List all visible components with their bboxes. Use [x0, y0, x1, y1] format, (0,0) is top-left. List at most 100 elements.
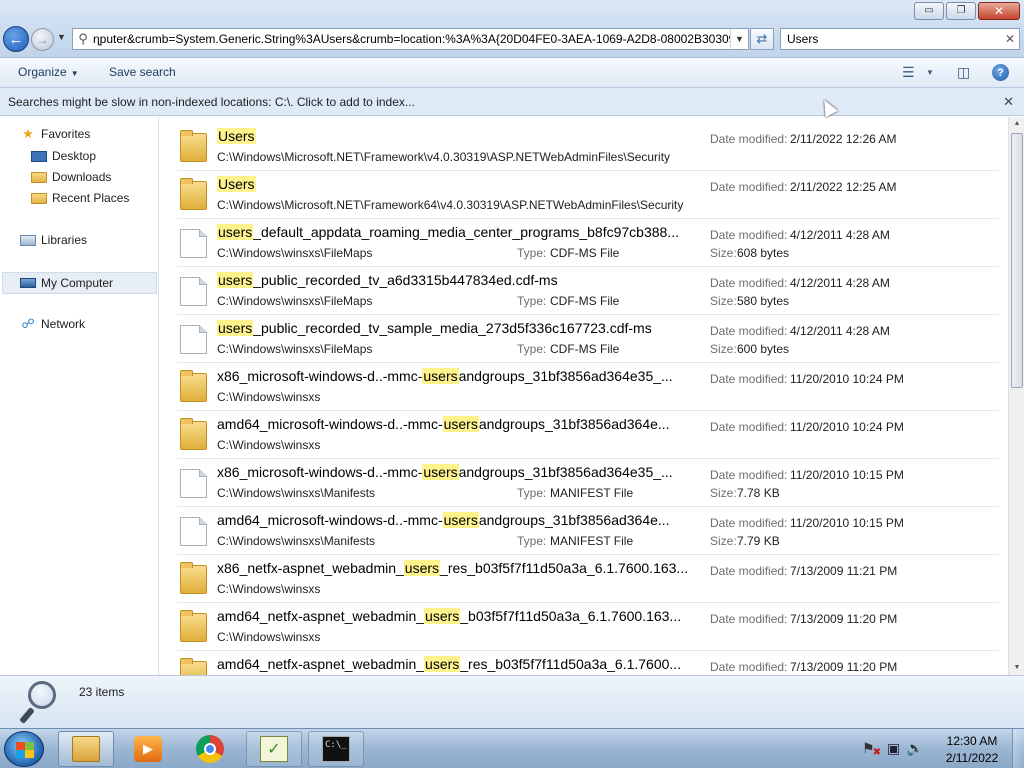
network-tray-icon[interactable]: ▣ — [887, 740, 900, 757]
file-row[interactable]: users_public_recorded_tv_a6d3315b447834e… — [177, 267, 999, 315]
file-row[interactable]: amd64_netfx-aspnet_webadmin_users_b03f5f… — [177, 603, 999, 651]
window-titlebar: ▭ ❐ ✕ ← → ▼ ⚲ ɳputer&crumb=System.Generi… — [0, 0, 1024, 58]
type-value: CDF-MS File — [550, 246, 620, 260]
info-bar-close-icon[interactable]: ✕ — [1003, 94, 1014, 110]
preview-pane-button[interactable]: ◫ — [957, 64, 970, 81]
clock[interactable]: 12:30 AM 2/11/2022 — [942, 733, 1002, 767]
taskbar-notepad[interactable]: ✓ — [246, 731, 302, 767]
date-modified-label: Date modified: — [710, 372, 788, 386]
file-row[interactable]: x86_netfx-aspnet_webadmin_users_res_b03f… — [177, 555, 999, 603]
file-row[interactable]: amd64_microsoft-windows-d..-mmc-usersand… — [177, 507, 999, 555]
size-value: 580 bytes — [737, 294, 790, 308]
folder-icon — [180, 418, 207, 450]
search-input[interactable] — [787, 32, 1001, 46]
file-name[interactable]: users_default_appdata_roaming_media_cent… — [217, 224, 679, 240]
file-row[interactable]: users_public_recorded_tv_sample_media_27… — [177, 315, 999, 363]
close-button[interactable]: ✕ — [978, 2, 1020, 20]
file-name[interactable]: x86_microsoft-windows-d..-mmc-usersandgr… — [217, 368, 673, 384]
navigation-pane: ★ Favorites Desktop Downloads Recent Pla… — [0, 117, 159, 675]
address-bar[interactable]: ⚲ ɳputer&crumb=System.Generic.String%3AU… — [72, 28, 749, 50]
search-hit-highlight: users — [424, 656, 461, 672]
file-name[interactable]: Users — [217, 128, 256, 144]
help-button[interactable]: ? — [992, 64, 1009, 81]
date-modified-value: 2/11/2022 12:25 AM — [790, 180, 897, 194]
date-modified-value: 4/12/2011 4:28 AM — [790, 228, 890, 242]
nav-desktop[interactable]: Desktop — [31, 149, 96, 163]
file-name[interactable]: Users — [217, 176, 256, 192]
file-name-suffix: _public_recorded_tv_a6d3315b447834ed.cdf… — [253, 272, 558, 288]
search-box[interactable]: ✕ — [780, 28, 1020, 50]
file-row[interactable]: Users C:\Windows\Microsoft.NET\Framework6… — [177, 171, 999, 219]
organize-button[interactable]: Organize ▼ — [18, 65, 79, 79]
item-count: 23 items — [79, 685, 125, 699]
nav-downloads[interactable]: Downloads — [31, 170, 111, 184]
date-modified-value: 2/11/2022 12:26 AM — [790, 132, 897, 146]
file-name[interactable]: x86_microsoft-windows-d..-mmc-usersandgr… — [217, 464, 673, 480]
file-row[interactable]: amd64_microsoft-windows-d..-mmc-usersand… — [177, 411, 999, 459]
date-modified-label: Date modified: — [710, 660, 788, 674]
volume-icon[interactable]: 🔈 — [906, 740, 923, 757]
chevron-down-icon: ▼ — [70, 69, 79, 78]
file-path: C:\Windows\winsxs\FileMaps — [217, 342, 373, 356]
address-text[interactable]: ɳputer&crumb=System.Generic.String%3AUse… — [93, 32, 730, 46]
nav-network[interactable]: ☍ Network — [20, 316, 85, 331]
date-modified-label: Date modified: — [710, 516, 788, 530]
nav-recent-places[interactable]: Recent Places — [31, 191, 129, 205]
folder-icon — [180, 658, 207, 675]
forward-button[interactable]: → — [31, 28, 54, 51]
scrollbar-thumb[interactable] — [1011, 133, 1023, 388]
downloads-folder-icon — [31, 171, 47, 183]
back-button[interactable]: ← — [3, 26, 29, 52]
vertical-scrollbar[interactable]: ▲ ▼ — [1008, 117, 1024, 675]
file-name[interactable]: amd64_microsoft-windows-d..-mmc-usersand… — [217, 416, 670, 432]
taskbar-chrome[interactable] — [182, 731, 238, 767]
file-name[interactable]: amd64_microsoft-windows-d..-mmc-usersand… — [217, 512, 670, 528]
file-icon — [180, 229, 207, 258]
save-search-button[interactable]: Save search — [109, 65, 176, 79]
refresh-button[interactable]: ⇄ — [750, 28, 774, 50]
nav-my-computer[interactable]: My Computer — [2, 272, 157, 294]
file-name[interactable]: users_public_recorded_tv_sample_media_27… — [217, 320, 652, 336]
nav-favorites[interactable]: ★ Favorites — [20, 126, 90, 141]
date-modified-label: Date modified: — [710, 132, 788, 146]
change-view-button[interactable]: ☰ — [902, 64, 915, 81]
taskbar-media-player[interactable]: ▶ — [120, 731, 176, 767]
scroll-down-arrow-icon[interactable]: ▼ — [1009, 661, 1024, 675]
minimize-button[interactable]: ▭ — [914, 2, 944, 20]
view-options-dropdown[interactable]: ▼ — [926, 68, 934, 77]
address-dropdown-button[interactable]: ▼ — [730, 29, 748, 49]
size-label: Size: — [710, 342, 737, 356]
start-button[interactable] — [4, 731, 44, 767]
taskbar-cmd[interactable]: C:\_ — [308, 731, 364, 767]
date-modified-value: 4/12/2011 4:28 AM — [790, 324, 890, 338]
show-desktop-button[interactable] — [1012, 729, 1024, 768]
file-name-prefix: amd64_microsoft-windows-d..-mmc- — [217, 416, 443, 432]
type-label: Type: — [517, 294, 547, 308]
network-icon: ☍ — [21, 316, 35, 331]
date-modified-value: 7/13/2009 11:21 PM — [790, 564, 898, 578]
file-list: Users C:\Windows\Microsoft.NET\Framework\… — [160, 117, 1008, 675]
nav-libraries[interactable]: Libraries — [20, 233, 87, 247]
file-row[interactable]: x86_microsoft-windows-d..-mmc-usersandgr… — [177, 459, 999, 507]
file-name[interactable]: amd64_netfx-aspnet_webadmin_users_res_b0… — [217, 656, 681, 672]
date-modified-value: 11/20/2010 10:15 PM — [790, 516, 904, 530]
clear-search-icon[interactable]: ✕ — [1001, 32, 1019, 46]
nav-libraries-label: Libraries — [41, 233, 88, 247]
file-name[interactable]: x86_netfx-aspnet_webadmin_users_res_b03f… — [217, 560, 688, 576]
info-bar-message[interactable]: Searches might be slow in non-indexed lo… — [8, 95, 415, 109]
file-row[interactable]: Users C:\Windows\Microsoft.NET\Framework\… — [177, 123, 999, 171]
file-name[interactable]: users_public_recorded_tv_a6d3315b447834e… — [217, 272, 558, 288]
taskbar-explorer[interactable] — [58, 731, 114, 767]
recent-pages-dropdown[interactable]: ▼ — [57, 32, 66, 42]
view-list-icon: ☰ — [902, 64, 915, 80]
file-name[interactable]: amd64_netfx-aspnet_webadmin_users_b03f5f… — [217, 608, 681, 624]
nav-desktop-label: Desktop — [52, 149, 97, 163]
file-row[interactable]: x86_microsoft-windows-d..-mmc-usersandgr… — [177, 363, 999, 411]
file-row[interactable]: amd64_netfx-aspnet_webadmin_users_res_b0… — [177, 651, 999, 675]
file-row[interactable]: users_default_appdata_roaming_media_cent… — [177, 219, 999, 267]
scroll-up-arrow-icon[interactable]: ▲ — [1009, 117, 1024, 131]
maximize-button[interactable]: ❐ — [946, 2, 976, 20]
file-name-suffix: _default_appdata_roaming_media_center_pr… — [253, 224, 679, 240]
info-bar[interactable]: Searches might be slow in non-indexed lo… — [0, 88, 1024, 116]
file-path: C:\Windows\Microsoft.NET\Framework\v4.0.… — [217, 150, 671, 164]
